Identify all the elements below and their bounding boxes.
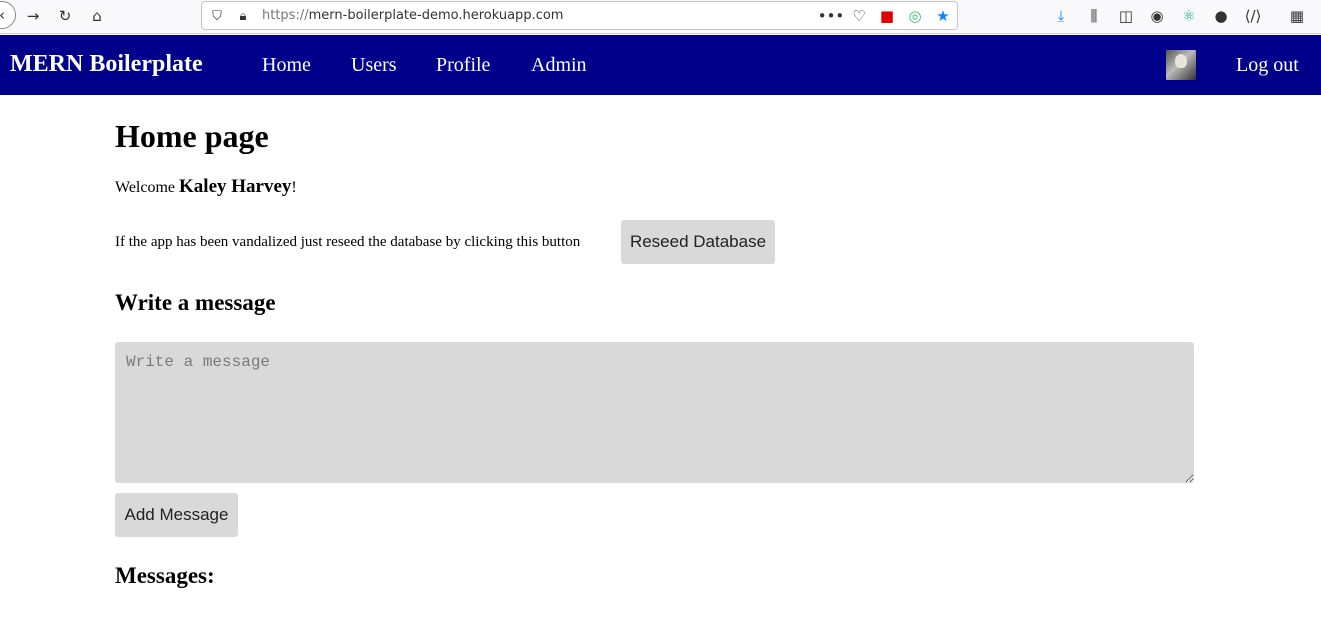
react-devtools-icon[interactable]: ⚛ xyxy=(1178,5,1200,27)
reseed-database-button[interactable]: Reseed Database xyxy=(621,220,775,264)
bookmark-star-icon[interactable]: ★ xyxy=(932,5,954,27)
write-message-title: Write a message xyxy=(115,290,276,315)
lock-icon[interactable]: 🔒︎ xyxy=(232,5,254,27)
page-title: Home page xyxy=(115,118,269,154)
brand-title[interactable]: MERN Boilerplate xyxy=(10,51,203,78)
url-text: https://mern-boilerplate-demo.herokuapp.… xyxy=(262,8,564,23)
welcome-prefix: Welcome xyxy=(115,179,180,196)
extension-icon[interactable]: ● xyxy=(1210,5,1232,27)
add-message-button[interactable]: Add Message xyxy=(115,493,238,537)
welcome-message: Welcome Kaley Harvey! xyxy=(115,176,297,198)
library-icon[interactable]: ⫼ xyxy=(1083,5,1105,27)
page-actions-icon[interactable]: ••• xyxy=(818,5,845,27)
devtools-icon[interactable]: ⟨/⟩ xyxy=(1242,5,1264,27)
nav-admin[interactable]: Admin xyxy=(531,54,587,77)
home-icon[interactable]: ⌂ xyxy=(86,5,108,27)
logout-link[interactable]: Log out xyxy=(1236,54,1299,77)
reload-icon[interactable]: ↻ xyxy=(54,5,76,27)
shield-icon[interactable]: ⛉ xyxy=(206,5,228,27)
messages-title: Messages: xyxy=(115,563,215,588)
browser-toolbar: ‹ → ↻ ⌂ ⛉ 🔒︎ https://mern-boilerplate-de… xyxy=(0,0,1321,34)
welcome-suffix: ! xyxy=(291,179,297,196)
extension-icon[interactable]: ◎ xyxy=(904,5,926,27)
menu-icon[interactable]: ▦ xyxy=(1286,5,1308,27)
pocket-icon[interactable]: ♡ xyxy=(848,5,870,27)
user-name: Kaley Harvey xyxy=(179,176,292,197)
download-icon[interactable]: ⤓ xyxy=(1050,5,1072,27)
nav-users[interactable]: Users xyxy=(351,54,397,77)
account-icon[interactable]: ◉ xyxy=(1146,5,1168,27)
reseed-description: If the app has been vandalized just rese… xyxy=(115,234,581,250)
back-icon[interactable]: ‹ xyxy=(0,1,16,29)
address-bar[interactable]: ⛉ 🔒︎ https://mern-boilerplate-demo.herok… xyxy=(201,1,958,30)
nav-profile[interactable]: Profile xyxy=(436,54,490,77)
forward-icon[interactable]: → xyxy=(22,5,44,27)
message-input[interactable] xyxy=(115,342,1194,483)
avatar[interactable] xyxy=(1166,50,1196,80)
sidebar-icon[interactable]: ◫ xyxy=(1115,5,1137,27)
extension-icon[interactable]: ■ xyxy=(876,5,898,27)
navbar: MERN Boilerplate Home Users Profile Admi… xyxy=(0,35,1321,95)
nav-home[interactable]: Home xyxy=(262,54,311,77)
